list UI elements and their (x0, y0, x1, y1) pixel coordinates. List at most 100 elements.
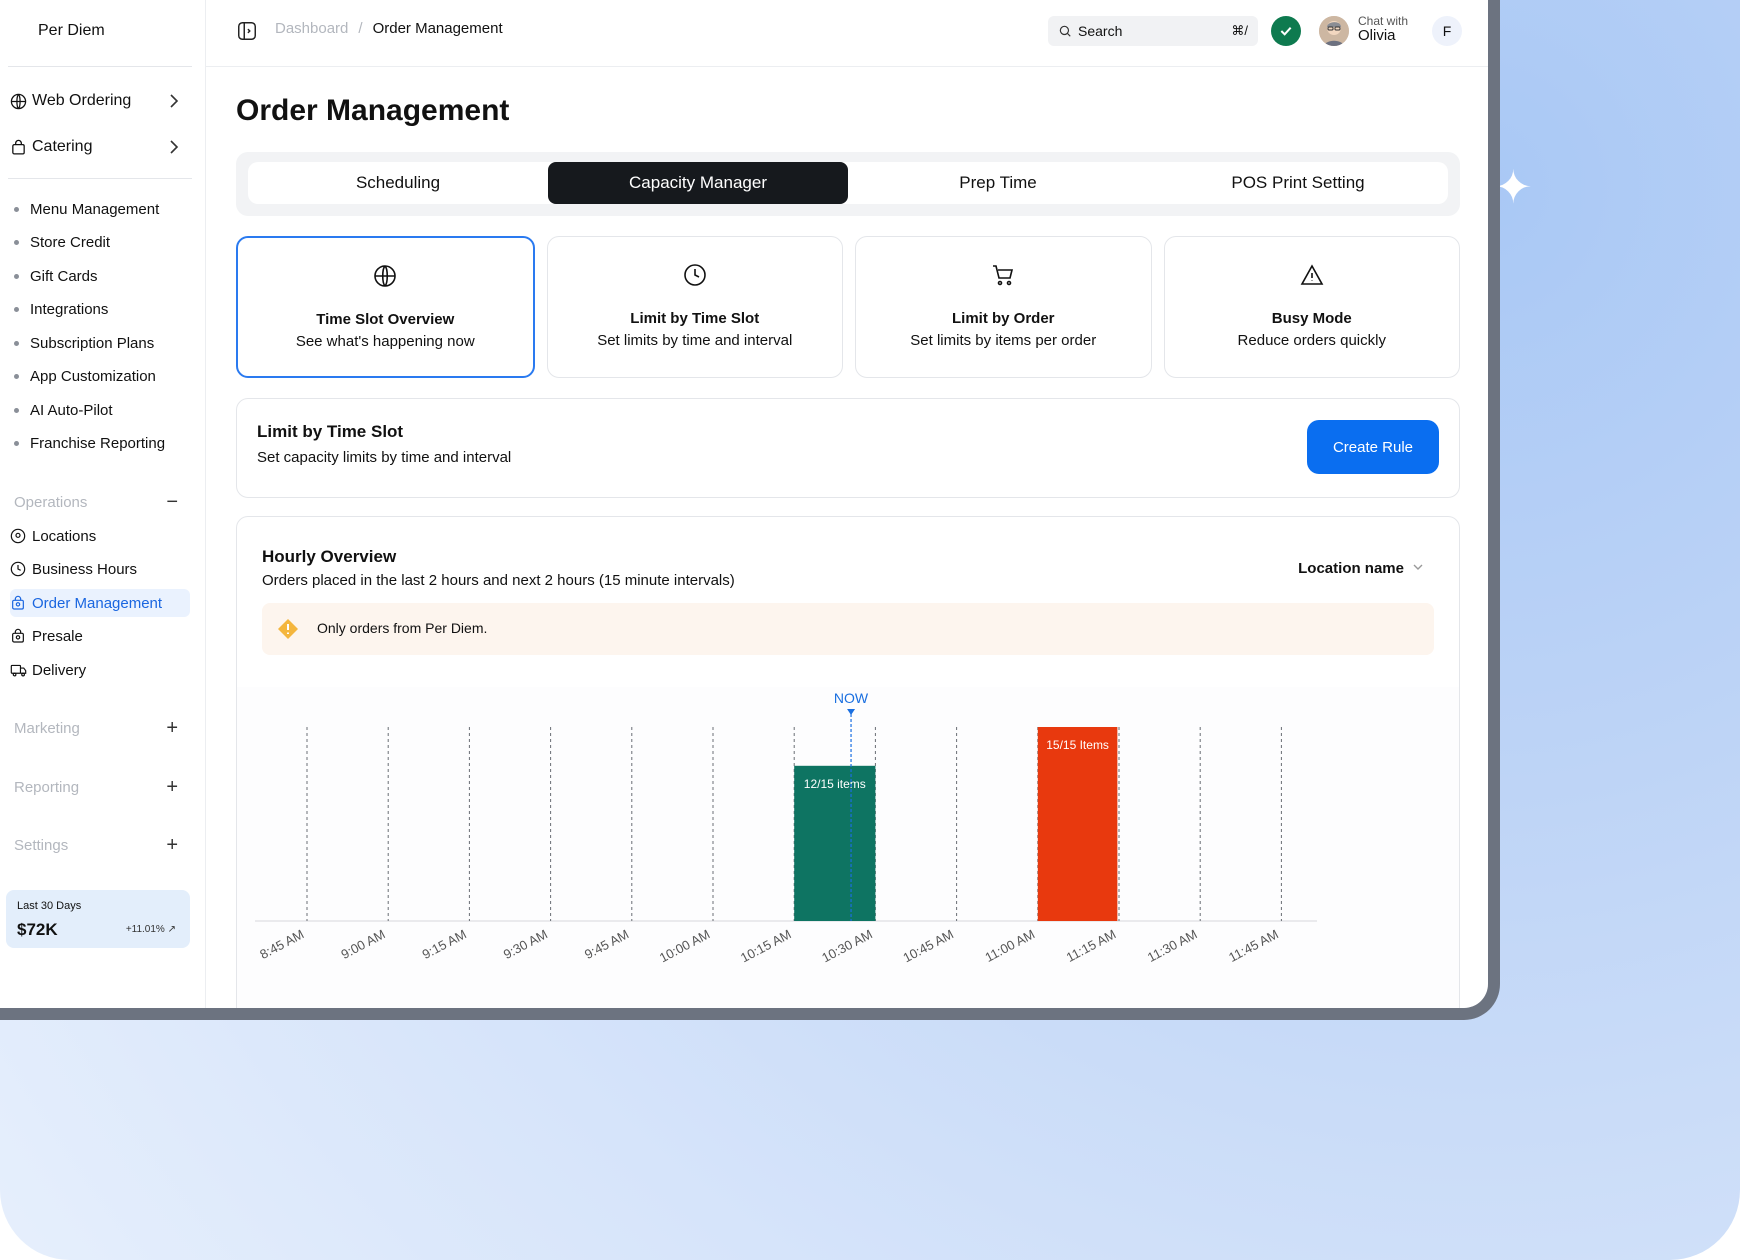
bullet-icon (14, 340, 19, 346)
trend-up-icon: ↗ (167, 924, 176, 935)
card-description: Set limits by items per order (910, 332, 1097, 349)
tab-list: Scheduling Capacity Manager Prep Time PO… (248, 162, 1448, 204)
divider (8, 66, 192, 67)
avatar[interactable] (1319, 16, 1349, 46)
sidebar-item-locations[interactable]: Locations (10, 522, 190, 550)
x-tick-label: 10:45 AM (900, 926, 956, 965)
status-check-icon[interactable] (1271, 16, 1301, 46)
warning-icon (1165, 263, 1460, 287)
chat-with-button[interactable]: Chat with Olivia (1358, 15, 1408, 43)
info-alert: Only orders from Per Diem. (262, 603, 1434, 655)
sidebar-item-franchise-reporting[interactable]: Franchise Reporting (14, 429, 165, 457)
sidebar-item-label: Store Credit (30, 233, 111, 251)
sidebar-item-business-hours[interactable]: Business Hours (10, 555, 190, 583)
x-tick-label: 9:00 AM (338, 926, 387, 962)
section-operations[interactable]: Operations − (14, 490, 178, 514)
sidebar-item-label: Delivery (32, 661, 87, 679)
x-tick-label: 10:15 AM (738, 926, 794, 965)
warning-diamond-icon (277, 618, 299, 645)
card-title: Busy Mode (1271, 310, 1352, 327)
x-tick-label: 10:00 AM (657, 926, 713, 965)
brand-name: Per Diem (38, 22, 105, 39)
breadcrumb-separator: / (358, 20, 363, 37)
location-select[interactable]: Location name (1298, 560, 1424, 577)
create-rule-button[interactable]: Create Rule (1307, 420, 1439, 474)
rule-title: Limit by Time Slot (257, 422, 404, 441)
chat-prefix: Chat with (1358, 14, 1409, 28)
delivery-truck-icon (10, 662, 32, 678)
mode-cards: Time Slot Overview See what's happening … (236, 236, 1460, 378)
sidebar-item-label: Presale (32, 627, 83, 645)
breadcrumb-parent[interactable]: Dashboard (275, 20, 348, 37)
chevron-right-icon (166, 137, 182, 162)
now-label: NOW (834, 690, 869, 706)
section-reporting[interactable]: Reporting + (14, 775, 178, 799)
tab-prep-time[interactable]: Prep Time (848, 162, 1148, 204)
globe-icon (238, 264, 533, 288)
section-settings[interactable]: Settings + (14, 833, 178, 857)
sidebar-item-store-credit[interactable]: Store Credit (14, 228, 110, 256)
sidebar-item-presale[interactable]: Presale (10, 622, 190, 650)
sidebar-item-catering[interactable]: Catering (10, 131, 190, 163)
location-select-label: Location name (1298, 560, 1404, 577)
tab-capacity-manager[interactable]: Capacity Manager (548, 162, 848, 204)
card-busy-mode[interactable]: Busy Mode Reduce orders quickly (1163, 236, 1460, 378)
bag-icon (10, 139, 32, 156)
sidebar-item-gift-cards[interactable]: Gift Cards (14, 262, 98, 290)
top-bar: Dashboard / Order Management Search ⌘/ C… (206, 0, 1488, 67)
section-marketing[interactable]: Marketing + (14, 716, 178, 740)
section-heading: Marketing (14, 719, 80, 737)
sidebar-item-web-ordering[interactable]: Web Ordering (10, 85, 190, 117)
sidebar-item-label: Business Hours (32, 560, 138, 578)
page: ✦ ✦ ✦ Per Diem Web Ordering Catering (0, 0, 1740, 1260)
sidebar-item-integrations[interactable]: Integrations (14, 295, 108, 323)
capacity-bar-chart: 12/15 items 15/15 Items NOW 8:45 AM 9:00 AM 9… (237, 687, 1459, 1008)
chat-name: Olivia (1358, 27, 1396, 44)
sidebar-item-label: Locations (32, 527, 97, 545)
breadcrumb: Dashboard / Order Management (275, 20, 503, 37)
stats-label: Last 30 Days (17, 900, 82, 912)
presale-bag-icon (10, 628, 32, 644)
sidebar-item-ai-auto-pilot[interactable]: AI Auto-Pilot (14, 396, 113, 424)
alert-text: Only orders from Per Diem. (317, 620, 488, 636)
x-tick-label: 10:30 AM (819, 926, 875, 965)
now-marker-icon (847, 709, 856, 715)
revenue-stats: Last 30 Days $72K +11.01% ↗ (6, 890, 190, 948)
x-tick-label: 9:15 AM (420, 926, 469, 962)
search-icon (1058, 24, 1072, 38)
stats-change: +11.01% ↗ (126, 924, 176, 935)
card-time-slot-overview[interactable]: Time Slot Overview See what's happening … (236, 236, 535, 378)
clock-icon (10, 561, 32, 577)
sidebar-item-order-management[interactable]: Order Management (10, 589, 190, 617)
search-placeholder: Search (1078, 23, 1123, 39)
tab-scheduling[interactable]: Scheduling (248, 162, 548, 204)
sidebar-item-subscription-plans[interactable]: Subscription Plans (14, 329, 154, 357)
chevron-right-icon (166, 91, 182, 116)
card-limit-by-time-slot[interactable]: Limit by Time Slot Set limits by time an… (546, 236, 843, 378)
sidebar-item-app-customization[interactable]: App Customization (14, 362, 156, 390)
chart-bar-label: 15/15 Items (1046, 738, 1109, 752)
x-tick-label: 11:45 AM (1226, 926, 1281, 965)
sidebar-item-label: Catering (32, 138, 93, 155)
user-avatar[interactable]: F (1432, 16, 1462, 46)
sidebar-item-delivery[interactable]: Delivery (10, 656, 190, 684)
card-limit-by-order[interactable]: Limit by Order Set limits by items per o… (855, 236, 1152, 378)
card-description: See what's happening now (295, 333, 475, 350)
hourly-overview-panel: Hourly Overview Orders placed in the las… (236, 516, 1460, 1008)
section-heading: Settings (14, 836, 69, 854)
sidebar-item-menu-management[interactable]: Menu Management (14, 195, 159, 223)
chart-bar (1037, 727, 1118, 921)
x-tick-label: 9:45 AM (582, 926, 631, 962)
search-input[interactable]: Search ⌘/ (1048, 16, 1258, 46)
sidebar-item-label: Web Ordering (32, 92, 132, 109)
tab-bar: Scheduling Capacity Manager Prep Time PO… (236, 152, 1460, 216)
search-shortcut: ⌘/ (1231, 23, 1248, 38)
tab-pos-print-setting[interactable]: POS Print Setting (1148, 162, 1448, 204)
bullet-icon (14, 407, 19, 413)
sidebar-item-label: Franchise Reporting (30, 434, 166, 452)
divider (8, 178, 192, 179)
sidebar-item-label: Subscription Plans (30, 334, 155, 352)
section-heading: Operations (14, 493, 88, 511)
stats-value: $72K (17, 920, 58, 939)
sidebar-toggle-icon[interactable] (236, 20, 258, 47)
